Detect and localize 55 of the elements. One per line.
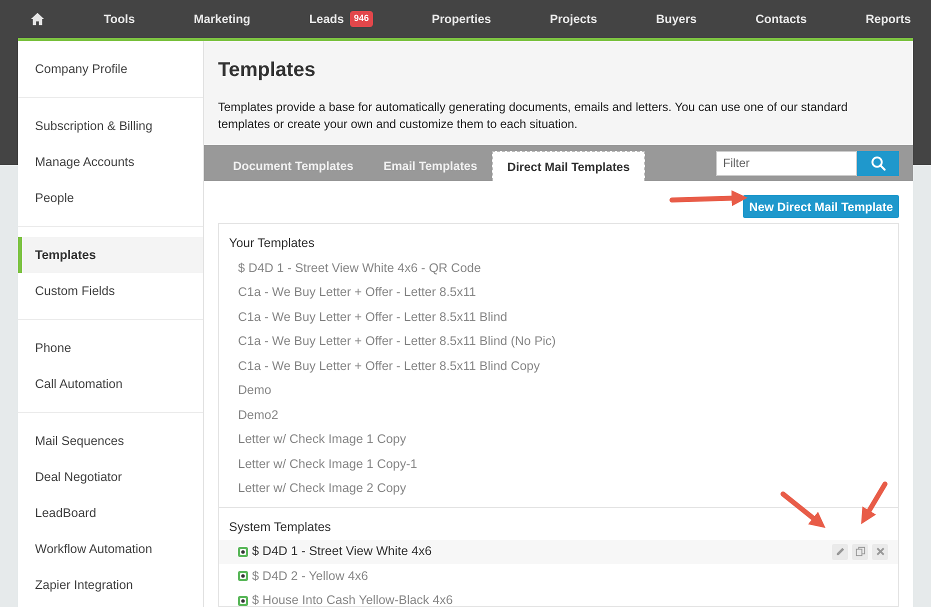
count-badge: 946 <box>350 11 373 27</box>
nav-link[interactable]: Marketing <box>194 10 250 28</box>
template-name[interactable]: $ D4D 1 - Street View White 4x6 <box>252 542 432 562</box>
annotation-arrow <box>861 482 888 524</box>
template-name[interactable]: C1a - We Buy Letter + Offer - Letter 8.5x11 Blind (No Pic) <box>238 332 556 351</box>
nav-link[interactable]: Reports <box>866 10 911 28</box>
template-name[interactable]: C1a - We Buy Letter + Offer - Letter 8.5x11 Blind <box>238 308 508 326</box>
page-description: Templates provide a base for automatically generating documents, emails and letters. You can use one of our standard templates or create your own and customize them to each situation. <box>218 99 849 133</box>
tab[interactable]: Direct Mail Templates <box>492 151 645 181</box>
delete-button[interactable] <box>872 544 888 560</box>
close-icon <box>874 546 886 558</box>
system-template-icon <box>238 571 248 582</box>
sidebar-item[interactable]: Company Profile <box>18 51 203 87</box>
sidebar-item[interactable]: Templates <box>18 237 203 273</box>
nav-link[interactable]: Properties <box>432 10 492 28</box>
filter-field[interactable]: Filter <box>716 150 857 176</box>
search-icon <box>870 156 886 170</box>
template-name[interactable]: Letter w/ Check Image 1 Copy <box>238 430 406 449</box>
template-name[interactable]: $ D4D 2 - Yellow 4x6 <box>252 566 368 586</box>
template-name[interactable]: $ D4D 1 - Street View White 4x6 - QR Code <box>238 258 481 278</box>
sidebar-item[interactable]: Phone <box>18 330 203 366</box>
template-name[interactable]: C1a - We Buy Letter + Offer - Letter 8.5x11 Blind Copy <box>238 356 540 376</box>
sidebar-item[interactable]: Mail Sequences <box>18 423 203 459</box>
sidebar-item[interactable]: LeadBoard <box>18 495 203 531</box>
pencil-icon <box>834 546 846 558</box>
template-name[interactable]: Demo <box>238 381 272 400</box>
sidebar-item[interactable]: Custom Fields <box>18 273 203 309</box>
template-name[interactable]: Demo2 <box>238 406 278 424</box>
copy-button[interactable] <box>852 544 868 560</box>
section-heading: Your Templates <box>228 235 316 252</box>
nav-link[interactable]: Tools <box>104 10 135 28</box>
sidebar-item[interactable]: Subscription & Billing <box>18 108 203 144</box>
sidebar-item[interactable]: People <box>18 180 203 216</box>
template-name[interactable]: Letter w/ Check Image 2 Copy <box>238 479 406 498</box>
nav-link[interactable]: Leads <box>309 10 344 28</box>
sidebar-item[interactable]: Workflow Automation <box>18 531 203 567</box>
nav-link[interactable]: Buyers <box>656 10 697 28</box>
template-name[interactable]: Letter w/ Check Image 1 Copy-1 <box>238 454 418 474</box>
nav-link[interactable]: Projects <box>550 10 598 28</box>
home-icon[interactable] <box>30 12 45 26</box>
search-button[interactable] <box>857 150 899 176</box>
page-title: Templates <box>218 58 316 83</box>
sidebar-item[interactable]: Manage Accounts <box>18 144 203 180</box>
edit-button[interactable] <box>832 544 848 560</box>
annotation-arrow <box>780 492 826 528</box>
system-template-icon <box>238 546 248 557</box>
sidebar-item[interactable]: Zapier Integration <box>18 567 203 603</box>
sidebar-item[interactable]: Deal Negotiator <box>18 459 203 495</box>
copy-icon <box>854 546 866 558</box>
template-name[interactable]: C1a - We Buy Letter + Offer - Letter 8.5x11 <box>238 283 476 302</box>
sidebar-item[interactable]: Call Automation <box>18 366 203 402</box>
template-row[interactable]: $ D4D 1 - Street View White 4x6 <box>219 540 898 564</box>
nav-link[interactable]: Contacts <box>756 10 807 28</box>
template-name[interactable]: $ House Into Cash Yellow-Black 4x6 <box>252 591 453 606</box>
section-heading: System Templates <box>228 518 332 536</box>
